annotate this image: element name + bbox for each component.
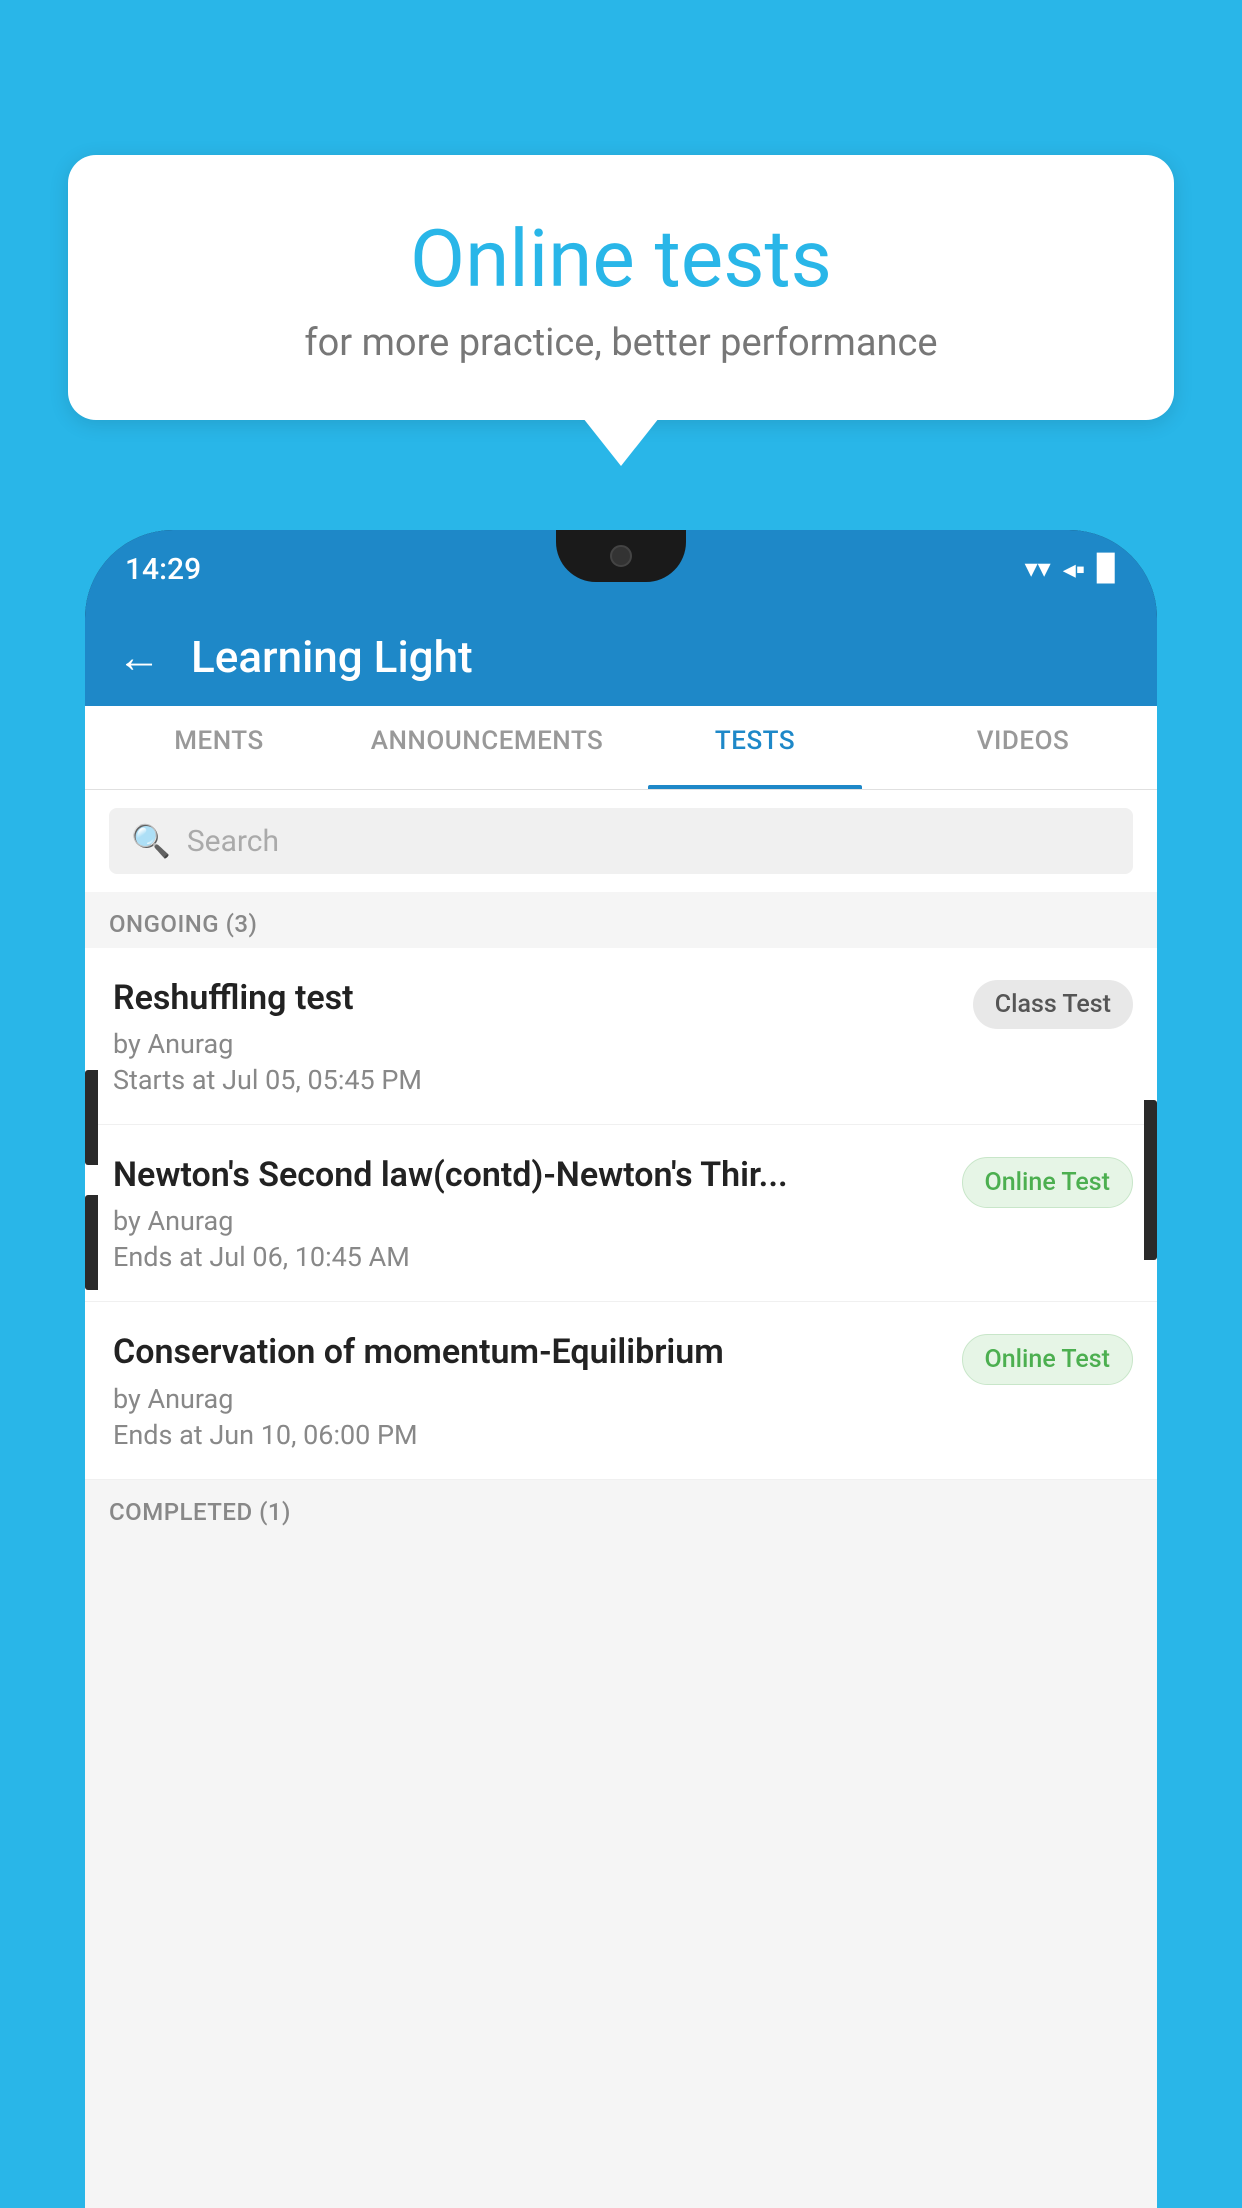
tab-bar: MENTS ANNOUNCEMENTS TESTS VIDEOS (85, 706, 1157, 790)
power-button[interactable] (1144, 1100, 1157, 1260)
front-camera (610, 545, 632, 567)
app-title: Learning Light (191, 631, 473, 683)
phone-notch (556, 530, 686, 582)
test-info: Reshuffling test by Anurag Starts at Jul… (113, 976, 957, 1096)
test-item[interactable]: Reshuffling test by Anurag Starts at Jul… (85, 948, 1157, 1125)
test-date: Ends at Jul 06, 10:45 AM (113, 1241, 946, 1273)
wifi-icon: ▾▾ (1025, 554, 1051, 584)
volume-up-button[interactable] (85, 1070, 98, 1165)
test-info: Conservation of momentum-Equilibrium by … (113, 1330, 946, 1450)
completed-section-header: COMPLETED (1) (85, 1480, 1157, 1536)
signal-icon: ◂▪ (1063, 554, 1085, 585)
speech-bubble-card: Online tests for more practice, better p… (68, 155, 1174, 420)
test-badge-class: Class Test (973, 980, 1133, 1029)
battery-icon: ▉ (1097, 554, 1117, 584)
test-badge-online: Online Test (962, 1157, 1133, 1208)
test-item[interactable]: Conservation of momentum-Equilibrium by … (85, 1302, 1157, 1479)
phone-content: 🔍 Search ONGOING (3) Reshuffling test by… (85, 790, 1157, 2208)
test-name: Conservation of momentum-Equilibrium (113, 1330, 946, 1374)
tab-tests[interactable]: TESTS (621, 706, 889, 789)
test-list: Reshuffling test by Anurag Starts at Jul… (85, 948, 1157, 1480)
tab-announcements[interactable]: ANNOUNCEMENTS (353, 706, 621, 789)
test-info: Newton's Second law(contd)-Newton's Thir… (113, 1153, 946, 1273)
test-author: by Anurag (113, 1205, 946, 1237)
volume-down-button[interactable] (85, 1195, 98, 1290)
speech-bubble-subtitle: for more practice, better performance (118, 321, 1124, 365)
test-badge-online: Online Test (962, 1334, 1133, 1385)
search-input-wrap[interactable]: 🔍 Search (109, 808, 1133, 874)
status-bar: 14:29 ▾▾ ◂▪ ▉ (85, 530, 1157, 608)
tab-videos[interactable]: VIDEOS (889, 706, 1157, 789)
test-date: Starts at Jul 05, 05:45 PM (113, 1064, 957, 1096)
test-author: by Anurag (113, 1383, 946, 1415)
status-time: 14:29 (125, 552, 201, 587)
test-date: Ends at Jun 10, 06:00 PM (113, 1419, 946, 1451)
search-icon: 🔍 (131, 822, 171, 860)
tab-assignments[interactable]: MENTS (85, 706, 353, 789)
search-placeholder: Search (187, 824, 279, 859)
speech-bubble-title: Online tests (118, 215, 1124, 303)
status-icons: ▾▾ ◂▪ ▉ (1025, 554, 1117, 585)
test-name: Reshuffling test (113, 976, 957, 1020)
ongoing-section-header: ONGOING (3) (85, 892, 1157, 948)
search-bar-container: 🔍 Search (85, 790, 1157, 892)
test-name: Newton's Second law(contd)-Newton's Thir… (113, 1153, 946, 1197)
app-header: ← Learning Light (85, 608, 1157, 706)
phone-frame: 14:29 ▾▾ ◂▪ ▉ ← Learning Light MENTS ANN… (85, 530, 1157, 2208)
test-author: by Anurag (113, 1028, 957, 1060)
test-item[interactable]: Newton's Second law(contd)-Newton's Thir… (85, 1125, 1157, 1302)
back-button[interactable]: ← (117, 631, 161, 683)
